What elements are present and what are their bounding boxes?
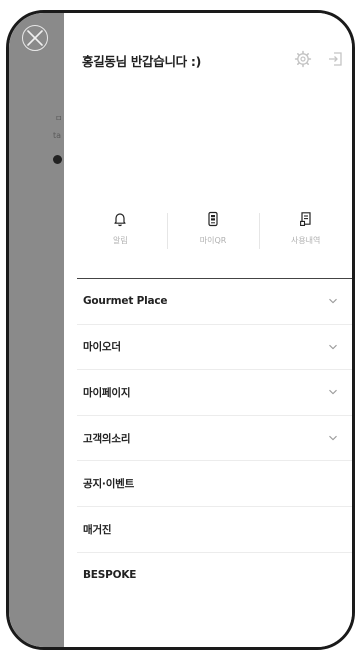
chevron-down-icon	[329, 435, 337, 441]
main-menu: Gourmet Place 마이오더 마이페이지 고객의소리 공지·이벤트 매거…	[77, 279, 352, 598]
quick-link-label: 마이QR	[199, 236, 227, 245]
receipt-icon	[299, 212, 311, 226]
backdrop-text: ㅁ	[55, 114, 63, 123]
greeting-text: 홍길동님 반갑습니다 :)	[82, 54, 202, 69]
chevron-down-icon	[329, 344, 337, 350]
gear-icon[interactable]	[294, 50, 312, 68]
menu-item-label: BESPOKE	[83, 569, 137, 582]
menu-item-label: 고객의소리	[83, 432, 131, 445]
qr-icon	[208, 211, 218, 227]
page-backdrop-overlay[interactable]: ㅁ ta	[9, 13, 64, 647]
menu-item-magazine[interactable]: 매거진	[77, 507, 352, 553]
menu-item-label: 공지·이벤트	[83, 478, 135, 491]
phone-frame: ㅁ ta 홍길동님 반갑습니다 :) 알림 마이QR 사용내역 Gourmet …	[6, 10, 355, 650]
bell-icon	[114, 213, 126, 227]
menu-item-label: 매거진	[83, 523, 112, 536]
menu-item-gourmet-place[interactable]: Gourmet Place	[77, 279, 352, 325]
close-button[interactable]	[22, 25, 48, 51]
quick-link-notifications[interactable]: 알림	[74, 209, 167, 261]
menu-item-my-order[interactable]: 마이오더	[77, 325, 352, 371]
side-menu-drawer: 홍길동님 반갑습니다 :) 알림 마이QR 사용내역 Gourmet Place…	[64, 13, 352, 647]
menu-item-customer-voice[interactable]: 고객의소리	[77, 416, 352, 462]
quick-link-label: 알림	[112, 236, 128, 245]
quick-links: 알림 마이QR 사용내역	[74, 209, 352, 261]
menu-item-notice-event[interactable]: 공지·이벤트	[77, 461, 352, 507]
logout-icon[interactable]	[327, 50, 345, 68]
quick-link-usage-history[interactable]: 사용내역	[259, 209, 352, 261]
menu-item-label: Gourmet Place	[83, 295, 168, 308]
menu-item-label: 마이오더	[83, 341, 121, 354]
close-icon	[27, 30, 43, 46]
backdrop-text: ta	[53, 131, 62, 140]
chevron-down-icon	[329, 299, 337, 304]
chevron-down-icon	[329, 390, 337, 395]
quick-link-my-qr[interactable]: 마이QR	[166, 209, 260, 261]
menu-item-my-page[interactable]: 마이페이지	[77, 370, 352, 416]
quick-link-label: 사용내역	[290, 236, 321, 245]
backdrop-dot	[53, 155, 62, 164]
menu-item-label: 마이페이지	[83, 386, 131, 399]
menu-item-bespoke[interactable]: BESPOKE	[77, 553, 352, 599]
